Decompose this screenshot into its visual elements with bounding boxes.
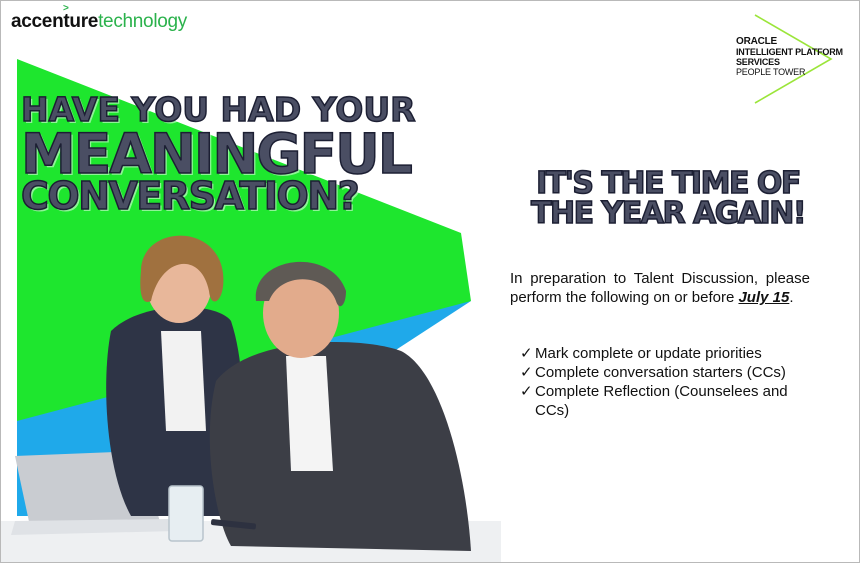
headline-line-3: CONVERSATION?: [20, 174, 360, 218]
accenture-logo: > accenturetechnology: [11, 3, 187, 33]
list-item: ✓ Complete conversation starters (CCs): [520, 363, 820, 382]
list-item: ✓ Mark complete or update priorities: [520, 344, 820, 363]
check-icon: ✓: [520, 345, 533, 362]
logo-technology: technology: [98, 11, 187, 32]
check-icon: ✓: [520, 364, 533, 381]
badge-line-2: INTELLIGENT PLATFORM: [736, 47, 843, 57]
checklist: ✓ Mark complete or update priorities ✓ Com…: [520, 344, 820, 420]
badge-line-4: PEOPLE TOWER: [736, 67, 806, 77]
list-item: ✓ Complete Reflection (Counselees and CCs…: [520, 382, 820, 420]
list-item-text: Complete conversation starters (CCs): [535, 364, 786, 381]
logo-accenture: accenture: [11, 11, 99, 32]
badge-line-3: SERVICES: [736, 57, 780, 67]
deadline-date: July 15: [738, 289, 790, 306]
badge-line-1: ORACLE: [736, 36, 778, 47]
intro-end: .: [789, 289, 794, 306]
list-item-text: Mark complete or update priorities: [535, 345, 762, 362]
accenture-caret-icon: >: [63, 3, 69, 14]
poster: HAVE YOU HAD YOUR MEANINGFUL CONVERSATIO…: [0, 0, 860, 563]
subheadline-line-1: IT'S THE TIME OF: [535, 166, 802, 201]
subheadline-line-2: THE YEAR AGAIN!: [530, 196, 807, 231]
list-item-text: Complete Reflection (Counselees and CCs): [535, 383, 788, 419]
hero-illustration: [1, 59, 501, 562]
check-icon: ✓: [520, 383, 533, 400]
oracle-badge: ORACLE INTELLIGENT PLATFORM SERVICES PEO…: [736, 36, 843, 78]
subheadline: IT'S THE TIME OF THE YEAR AGAIN!: [498, 166, 838, 231]
intro-paragraph: In preparation to Talent Discussion, ple…: [510, 269, 810, 307]
